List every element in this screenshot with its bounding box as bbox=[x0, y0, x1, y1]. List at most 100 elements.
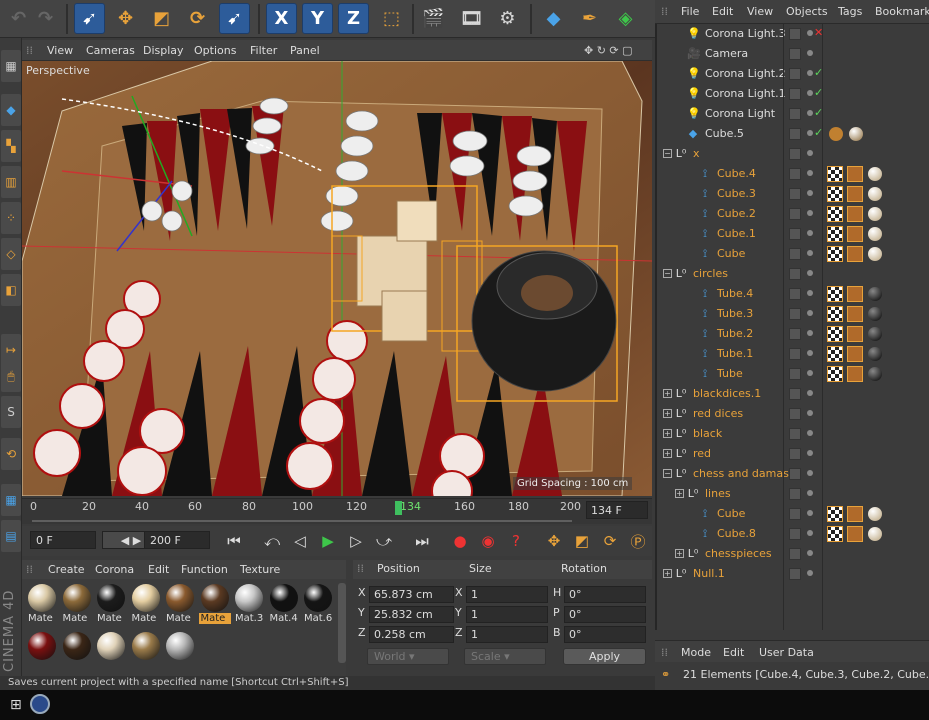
material-tag-icon[interactable] bbox=[847, 366, 863, 382]
editor-visibility-dot[interactable] bbox=[807, 230, 813, 236]
menu-function[interactable]: Function bbox=[181, 563, 228, 576]
texture-tag-icon[interactable] bbox=[827, 506, 843, 522]
size-field[interactable]: 1 bbox=[466, 626, 548, 643]
next-key-icon[interactable]: ⤻ bbox=[372, 529, 396, 553]
expand-toggle[interactable]: + bbox=[675, 549, 684, 558]
editor-visibility-dot[interactable] bbox=[807, 110, 813, 116]
texture-tag-icon[interactable] bbox=[827, 326, 843, 342]
material-tag-icon[interactable] bbox=[847, 186, 863, 202]
layer-flag[interactable] bbox=[789, 528, 801, 540]
object-row[interactable]: − L⁰ chess and damas bbox=[657, 464, 929, 484]
tweak-mode-icon[interactable]: 🖱 bbox=[1, 360, 21, 392]
size-field[interactable]: 1 bbox=[466, 606, 548, 623]
editor-visibility-dot[interactable] bbox=[807, 570, 813, 576]
end-frame-field[interactable]: 200 F bbox=[144, 531, 210, 549]
material-tag-icon[interactable] bbox=[847, 326, 863, 342]
key-rotation-icon[interactable]: ⟳ bbox=[598, 529, 622, 553]
material-swatch[interactable]: Mate bbox=[61, 583, 93, 625]
expand-toggle[interactable]: + bbox=[663, 449, 672, 458]
editor-visibility-dot[interactable] bbox=[807, 550, 813, 556]
rotation-field[interactable]: 0° bbox=[564, 626, 646, 643]
layer-flag[interactable] bbox=[789, 328, 801, 340]
object-row[interactable]: − L⁰ x bbox=[657, 144, 929, 164]
material-ball-icon[interactable] bbox=[849, 127, 863, 141]
z-axis-icon[interactable]: Z bbox=[338, 3, 369, 34]
texture-mode-icon[interactable]: ▚ bbox=[1, 130, 21, 162]
menu-create[interactable]: Create bbox=[48, 563, 85, 576]
move-icon[interactable]: ✥ bbox=[110, 3, 141, 34]
viewport-nav-icons[interactable]: ✥ ↻ ⟳ ▢ bbox=[584, 44, 633, 57]
position-field[interactable]: 65.873 cm bbox=[369, 586, 454, 603]
viewport-perspective[interactable] bbox=[22, 61, 652, 496]
menu-panel[interactable]: Panel bbox=[290, 44, 320, 57]
layer-flag[interactable] bbox=[789, 228, 801, 240]
object-name[interactable]: Tube.3 bbox=[717, 307, 753, 320]
material-swatch[interactable]: Mate bbox=[26, 583, 58, 625]
material-swatch[interactable]: Mate bbox=[95, 583, 127, 625]
object-name[interactable]: Corona Light.1 bbox=[705, 87, 786, 100]
coordinate-mode-dropdown[interactable]: World ▾ bbox=[367, 648, 449, 665]
editor-visibility-dot[interactable] bbox=[807, 250, 813, 256]
material-swatch[interactable]: Mate bbox=[130, 583, 162, 625]
select-icon[interactable]: ➹ bbox=[219, 3, 250, 34]
object-name[interactable]: Camera bbox=[705, 47, 748, 60]
object-name[interactable]: x bbox=[693, 147, 700, 160]
layer-flag[interactable] bbox=[789, 448, 801, 460]
editor-visibility-dot[interactable] bbox=[807, 350, 813, 356]
apply-button[interactable]: Apply bbox=[563, 648, 646, 665]
snap-icon[interactable]: S bbox=[1, 396, 21, 428]
material-swatch[interactable]: Mate bbox=[198, 583, 231, 625]
material-ball-icon[interactable] bbox=[868, 227, 882, 241]
go-to-end-icon[interactable]: ⏭ bbox=[410, 529, 434, 553]
menu-edit[interactable]: Edit bbox=[712, 5, 733, 18]
expand-toggle[interactable]: + bbox=[663, 409, 672, 418]
material-swatch[interactable]: Mat.4 bbox=[268, 583, 300, 625]
object-name[interactable]: Corona Light.3 bbox=[705, 27, 786, 40]
editor-visibility-dot[interactable] bbox=[807, 510, 813, 516]
make-editable-icon[interactable]: ▦ bbox=[1, 50, 21, 82]
object-name[interactable]: blackdices.1 bbox=[693, 387, 761, 400]
material-swatch[interactable]: Mate bbox=[164, 583, 196, 625]
pen-icon[interactable]: ✒ bbox=[574, 3, 605, 34]
object-row[interactable]: + L⁰ lines bbox=[657, 484, 929, 504]
texture-tag-icon[interactable] bbox=[827, 246, 843, 262]
material-swatch[interactable] bbox=[164, 631, 196, 673]
object-row[interactable]: ⟟ Cube bbox=[657, 504, 929, 524]
object-name[interactable]: chesspieces bbox=[705, 547, 772, 560]
texture-tag-icon[interactable] bbox=[827, 526, 843, 542]
object-name[interactable]: Cube bbox=[717, 247, 745, 260]
material-ball-icon[interactable] bbox=[868, 347, 882, 361]
material-tag-icon[interactable] bbox=[847, 286, 863, 302]
object-name[interactable]: lines bbox=[705, 487, 731, 500]
layer-flag[interactable] bbox=[789, 368, 801, 380]
object-row[interactable]: ⟟ Cube.2 bbox=[657, 204, 929, 224]
object-row[interactable]: + L⁰ blackdices.1 bbox=[657, 384, 929, 404]
rotation-field[interactable]: 0° bbox=[564, 606, 646, 623]
cube-icon[interactable]: ◆ bbox=[538, 3, 569, 34]
object-row[interactable]: + L⁰ Null.1 bbox=[657, 564, 929, 584]
object-row[interactable]: 💡 Corona Light.3 ✕ bbox=[657, 24, 929, 44]
editor-visibility-dot[interactable] bbox=[807, 470, 813, 476]
menu-display[interactable]: Display bbox=[143, 44, 184, 57]
material-ball-icon[interactable] bbox=[868, 187, 882, 201]
editor-visibility-dot[interactable] bbox=[807, 490, 813, 496]
editor-visibility-dot[interactable] bbox=[807, 310, 813, 316]
timeline-playhead[interactable] bbox=[394, 501, 402, 515]
object-row[interactable]: ⟟ Tube.4 bbox=[657, 284, 929, 304]
object-name[interactable]: circles bbox=[693, 267, 728, 280]
object-name[interactable]: Tube.4 bbox=[717, 287, 753, 300]
material-scrollbar[interactable] bbox=[338, 583, 346, 663]
object-row[interactable]: ⟟ Tube.2 bbox=[657, 324, 929, 344]
locked-workplane-icon[interactable]: ⟲ bbox=[1, 438, 21, 470]
expand-toggle[interactable]: − bbox=[663, 269, 672, 278]
material-ball-icon[interactable] bbox=[868, 507, 882, 521]
expand-toggle[interactable]: + bbox=[663, 389, 672, 398]
editor-visibility-dot[interactable] bbox=[807, 130, 813, 136]
texture-tag-icon[interactable] bbox=[827, 286, 843, 302]
object-name[interactable]: Cube.5 bbox=[705, 127, 744, 140]
material-ball-icon[interactable] bbox=[868, 247, 882, 261]
layer-flag[interactable] bbox=[789, 268, 801, 280]
layer-flag[interactable] bbox=[789, 408, 801, 420]
object-row[interactable]: ⟟ Tube bbox=[657, 364, 929, 384]
expand-toggle[interactable]: − bbox=[663, 149, 672, 158]
